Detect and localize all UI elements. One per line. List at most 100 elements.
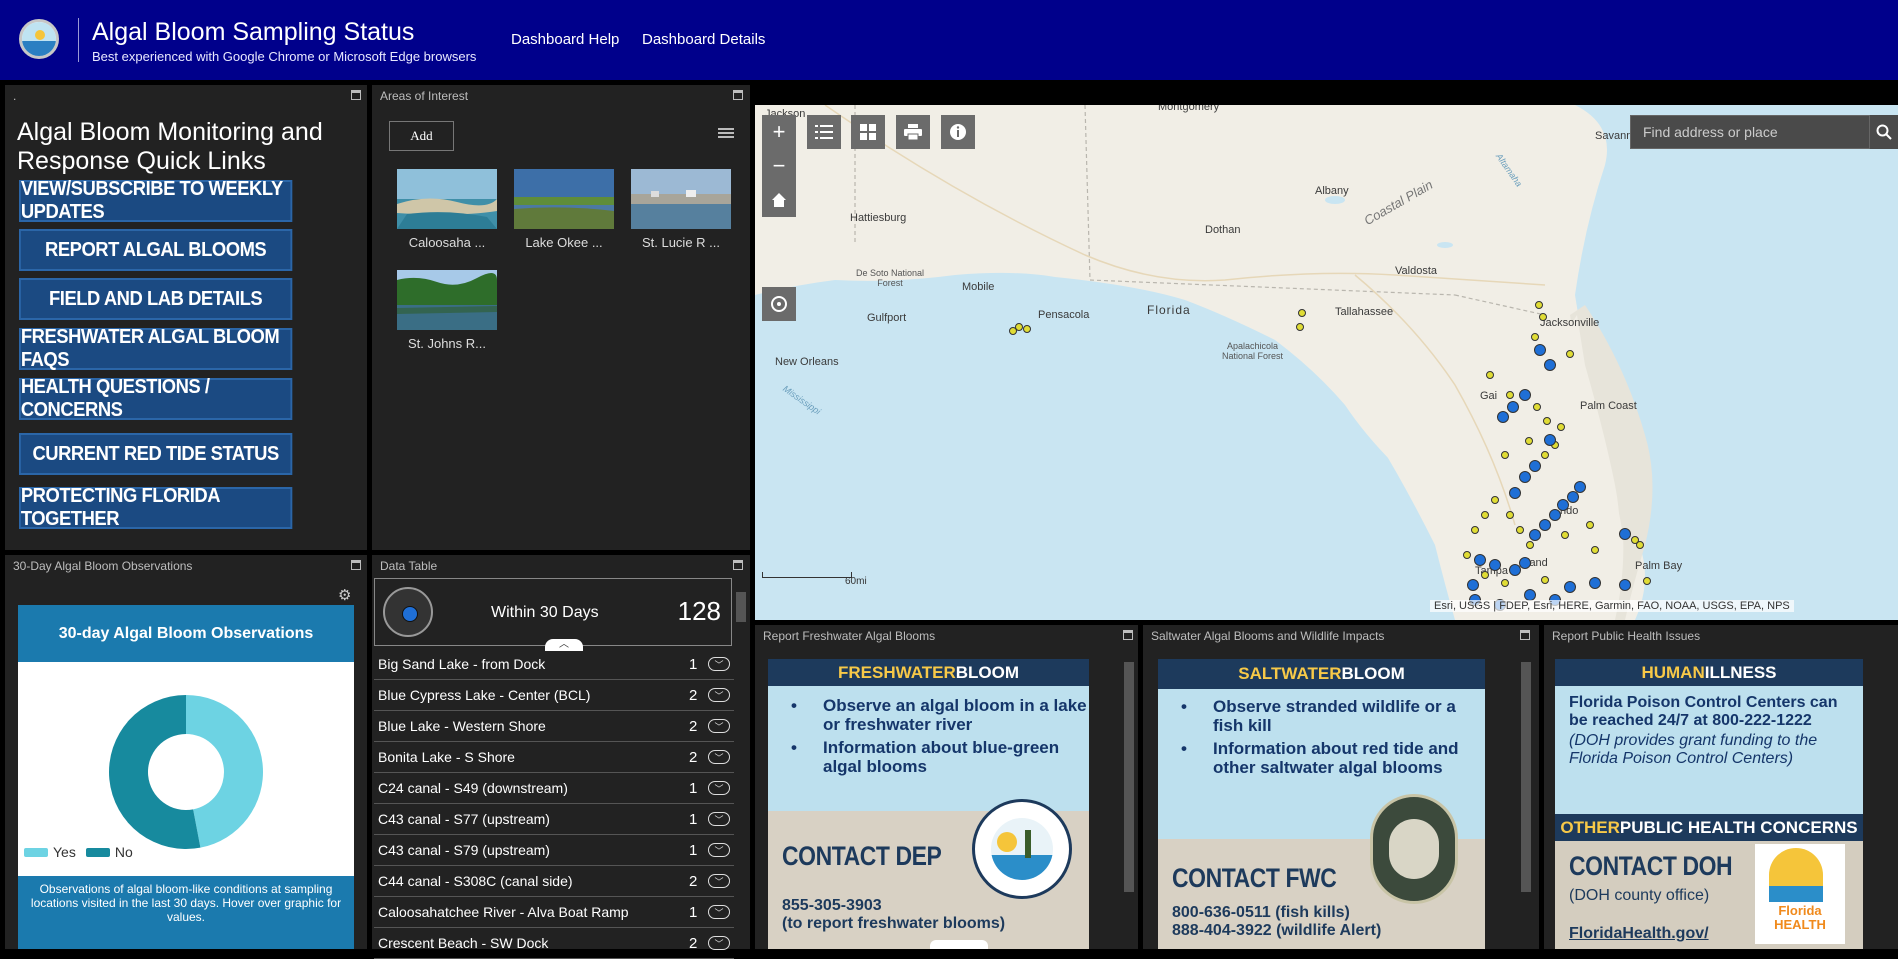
sample-point[interactable]: [1566, 350, 1574, 358]
sample-point[interactable]: [1471, 526, 1479, 534]
table-row[interactable]: Blue Cypress Lake - Center (BCL) 2 ﹀: [374, 680, 734, 711]
chevron-down-icon[interactable]: ﹀: [708, 657, 730, 671]
sample-point[interactable]: [1531, 333, 1539, 341]
report-algal-blooms-button[interactable]: REPORT ALGAL BLOOMS: [19, 229, 293, 271]
sample-point[interactable]: [1519, 471, 1531, 483]
table-row[interactable]: C43 canal - S79 (upstream) 1 ﹀: [374, 835, 734, 866]
about-button[interactable]: [941, 115, 975, 149]
maximize-icon[interactable]: [351, 560, 361, 570]
gear-icon[interactable]: ⚙: [338, 588, 352, 603]
sample-point[interactable]: [1486, 371, 1494, 379]
sample-point[interactable]: [1529, 529, 1541, 541]
sample-point[interactable]: [1525, 437, 1533, 445]
sample-point[interactable]: [1519, 389, 1531, 401]
sample-point[interactable]: [1535, 301, 1543, 309]
map-search-input[interactable]: Find address or place: [1630, 115, 1870, 149]
sample-point[interactable]: [1557, 423, 1565, 431]
red-tide-status-button[interactable]: CURRENT RED TIDE STATUS: [19, 433, 293, 475]
dashboard-details-link[interactable]: Dashboard Details: [642, 31, 765, 48]
dashboard-help-link[interactable]: Dashboard Help: [511, 31, 619, 48]
sample-point[interactable]: [1481, 571, 1489, 579]
thumb-caloosahatchee[interactable]: [397, 169, 497, 229]
table-row[interactable]: Bonita Lake - S Shore 2 ﹀: [374, 742, 734, 773]
sample-point[interactable]: [1557, 499, 1569, 511]
sample-point[interactable]: [1481, 511, 1489, 519]
sample-point[interactable]: [1539, 313, 1547, 321]
layer-list-button[interactable]: [807, 115, 841, 149]
sample-point[interactable]: [1564, 581, 1576, 593]
chevron-down-icon[interactable]: ﹀: [708, 843, 730, 857]
maximize-icon[interactable]: [1520, 630, 1530, 640]
table-row[interactable]: Caloosahatchee River - Alva Boat Ramp 1 ﹀: [374, 897, 734, 928]
chevron-down-icon[interactable]: ﹀: [708, 905, 730, 919]
freshwater-infographic[interactable]: FRESHWATER BLOOM Observe an algal bloom …: [768, 659, 1089, 949]
sample-point[interactable]: [1519, 557, 1531, 569]
sample-point[interactable]: [1501, 451, 1509, 459]
health-infographic[interactable]: HUMAN ILLNESS Florida Poison Control Cen…: [1555, 659, 1863, 949]
sample-point[interactable]: [1533, 403, 1541, 411]
protecting-florida-button[interactable]: PROTECTING FLORIDA TOGETHER: [19, 485, 293, 530]
expand-handle[interactable]: [930, 940, 988, 949]
sample-point[interactable]: [1544, 434, 1556, 446]
sample-point[interactable]: [1467, 579, 1479, 591]
sample-point[interactable]: [1589, 577, 1601, 589]
chevron-down-icon[interactable]: ﹀: [708, 936, 730, 950]
table-scrollbar[interactable]: [734, 578, 748, 949]
table-row[interactable]: Blue Lake - Western Shore 2 ﹀: [374, 711, 734, 742]
table-row[interactable]: Crescent Beach - SW Dock 2 ﹀: [374, 928, 734, 959]
thumb-st-johns[interactable]: [397, 270, 497, 330]
sample-point[interactable]: [1506, 511, 1514, 519]
table-row[interactable]: C44 canal - S308C (canal side) 2 ﹀: [374, 866, 734, 897]
sample-point[interactable]: [1506, 391, 1514, 399]
sample-point[interactable]: [1591, 546, 1599, 554]
maximize-icon[interactable]: [351, 90, 361, 100]
sample-point[interactable]: [1463, 551, 1471, 559]
chevron-down-icon[interactable]: ﹀: [708, 688, 730, 702]
table-row[interactable]: Big Sand Lake - from Dock 1 ﹀: [374, 649, 734, 680]
thumb-st-lucie[interactable]: [631, 169, 731, 229]
sample-point[interactable]: [1298, 309, 1306, 317]
field-lab-details-button[interactable]: FIELD AND LAB DETAILS: [19, 278, 293, 320]
add-bookmark-button[interactable]: Add: [389, 121, 454, 151]
sample-point[interactable]: [1561, 531, 1569, 539]
list-view-icon[interactable]: [718, 128, 734, 142]
sample-point[interactable]: [1643, 577, 1651, 585]
locate-button[interactable]: [762, 287, 796, 321]
sample-point[interactable]: [1507, 401, 1519, 413]
sample-point[interactable]: [1619, 528, 1631, 540]
sample-point[interactable]: [1491, 496, 1499, 504]
map-view[interactable]: Jackson Montgomery Savann Albany Hatties…: [755, 105, 1898, 620]
chevron-down-icon[interactable]: ﹀: [708, 750, 730, 764]
floridahealth-link[interactable]: FloridaHealth.gov/: [1569, 925, 1709, 943]
summary-card[interactable]: Within 30 Days 128: [374, 578, 732, 646]
sample-point[interactable]: [1489, 559, 1501, 571]
sample-point[interactable]: [1541, 451, 1549, 459]
zoom-in-button[interactable]: +: [762, 115, 796, 149]
freshwater-faqs-button[interactable]: FRESHWATER ALGAL BLOOM FAQS: [19, 326, 293, 371]
sample-point[interactable]: [1509, 487, 1521, 499]
sample-point[interactable]: [1529, 460, 1541, 472]
chevron-down-icon[interactable]: ﹀: [708, 874, 730, 888]
sample-point[interactable]: [1296, 323, 1304, 331]
basemap-gallery-button[interactable]: [851, 115, 885, 149]
print-button[interactable]: [896, 115, 930, 149]
chevron-down-icon[interactable]: ﹀: [708, 781, 730, 795]
sample-point[interactable]: [1543, 417, 1551, 425]
sample-point[interactable]: [1516, 526, 1524, 534]
saltwater-infographic[interactable]: SALTWATER BLOOM Observe stranded wildlif…: [1158, 659, 1485, 949]
sample-point[interactable]: [1567, 491, 1579, 503]
home-button[interactable]: [762, 183, 796, 217]
search-button[interactable]: [1870, 115, 1898, 149]
sample-point[interactable]: [1534, 344, 1546, 356]
sample-point[interactable]: [1549, 509, 1561, 521]
maximize-icon[interactable]: [733, 560, 743, 570]
zoom-out-button[interactable]: −: [762, 149, 796, 183]
sample-point[interactable]: [1586, 521, 1594, 529]
maximize-icon[interactable]: [733, 90, 743, 100]
sample-point[interactable]: [1541, 576, 1549, 584]
sample-point[interactable]: [1009, 327, 1017, 335]
health-questions-button[interactable]: HEALTH QUESTIONS / CONCERNS: [19, 376, 293, 421]
chevron-down-icon[interactable]: ﹀: [708, 719, 730, 733]
sample-point[interactable]: [1544, 359, 1556, 371]
sample-point[interactable]: [1636, 541, 1644, 549]
